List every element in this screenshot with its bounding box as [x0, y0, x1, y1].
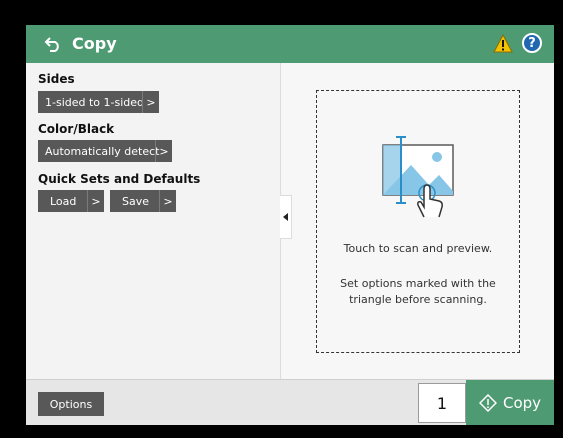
- back-button[interactable]: [42, 33, 64, 55]
- color-value: Automatically detect: [45, 144, 160, 158]
- options-button[interactable]: Options: [38, 392, 104, 416]
- preview-note-line1: Set options marked with the: [340, 277, 496, 290]
- quick-sets-label: Quick Sets and Defaults: [38, 172, 201, 186]
- copy-screen: Copy ? Sides 1-sided to 1-sided > Color/…: [26, 25, 554, 425]
- sides-value: 1-sided to 1-sided: [45, 95, 145, 109]
- collapse-arrow-icon: [282, 213, 288, 221]
- load-button[interactable]: Load >: [38, 190, 104, 212]
- color-button[interactable]: Automatically detect >: [38, 140, 172, 162]
- header-bar: Copy ?: [26, 25, 554, 63]
- load-label: Load: [50, 194, 77, 208]
- preview-instruction: Touch to scan and preview.: [343, 242, 493, 255]
- chevron-right-icon: >: [155, 140, 172, 162]
- footer-bar: Options 1 Copy: [26, 379, 554, 425]
- copy-button-label: Copy: [502, 394, 542, 412]
- save-label: Save: [122, 194, 150, 208]
- scan-preview-icon: [382, 136, 454, 218]
- color-label: Color/Black: [38, 122, 115, 136]
- help-icon: ?: [528, 35, 536, 51]
- settings-panel: Sides 1-sided to 1-sided > Color/Black A…: [26, 63, 281, 379]
- back-arrow-icon: [44, 37, 59, 52]
- sides-button[interactable]: 1-sided to 1-sided >: [38, 91, 159, 113]
- scan-preview-area[interactable]: Touch to scan and preview. Set options m…: [316, 90, 520, 353]
- help-button[interactable]: ?: [522, 33, 542, 53]
- chevron-right-icon: >: [87, 190, 104, 212]
- copy-start-button[interactable]: Copy: [466, 380, 554, 425]
- preview-note-line2: triangle before scanning.: [349, 293, 487, 306]
- chevron-right-icon: >: [142, 91, 159, 113]
- chevron-right-icon: >: [159, 190, 176, 212]
- copies-count-input[interactable]: 1: [418, 383, 466, 423]
- save-button[interactable]: Save >: [110, 190, 176, 212]
- page-title: Copy: [72, 34, 117, 53]
- warning-icon[interactable]: [493, 34, 513, 54]
- collapse-panel-tab[interactable]: [280, 195, 292, 239]
- sides-label: Sides: [38, 72, 75, 86]
- copy-start-icon: [478, 394, 497, 412]
